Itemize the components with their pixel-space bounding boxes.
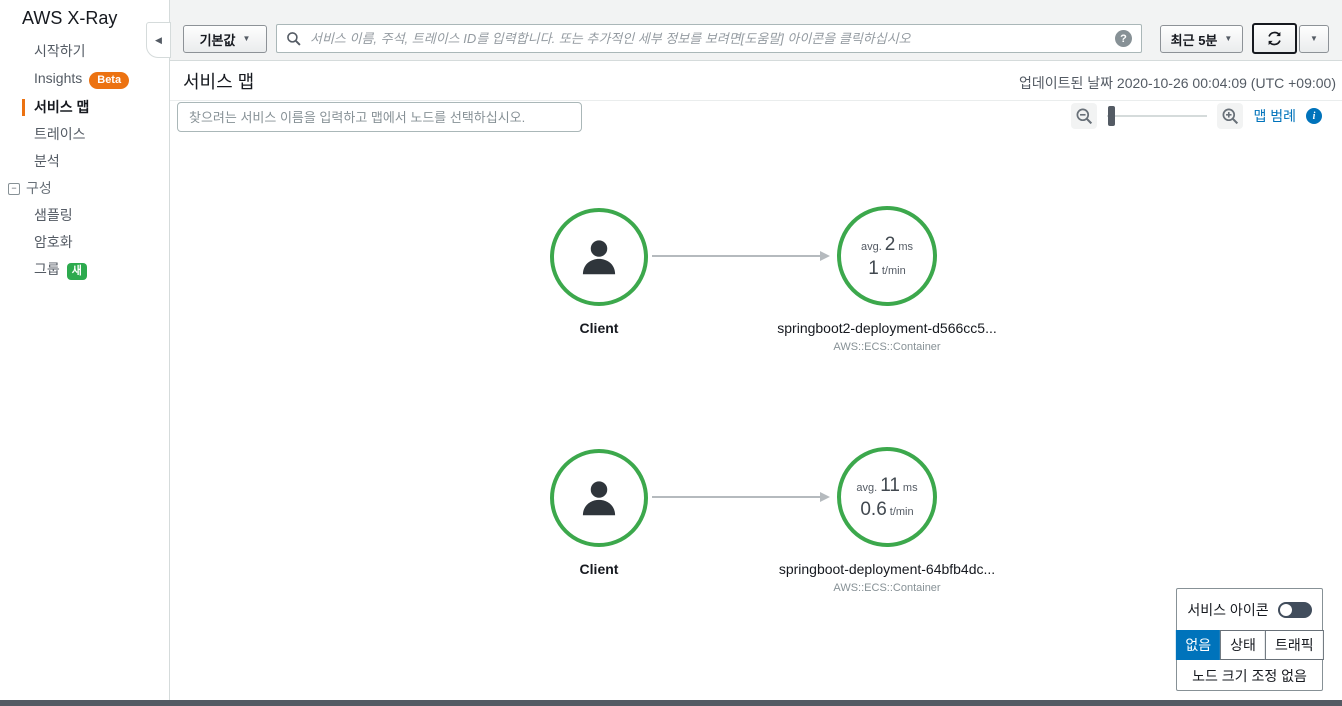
sidebar-section-configuration[interactable]: − 구성 — [0, 175, 169, 202]
service-node-type: AWS::ECS::Container — [833, 341, 941, 353]
rate-unit: t/min — [881, 264, 906, 277]
trace-search-input[interactable] — [310, 31, 1107, 46]
avg-value: 2 — [884, 233, 896, 255]
trace-search-box: ? — [276, 24, 1142, 53]
time-range-label: 최근 5분 — [1170, 32, 1218, 48]
client-node-1[interactable] — [550, 208, 648, 306]
tab-traffic[interactable]: 트래픽 — [1264, 630, 1324, 660]
sidebar-item-analytics[interactable]: 분석 — [0, 148, 169, 175]
sidebar-item-label: 그룹 — [34, 261, 60, 277]
beta-badge: Beta — [89, 72, 130, 89]
avg-prefix: avg. — [856, 481, 878, 494]
trace-rate: 0.6 t/min — [860, 500, 913, 519]
map-legend-link[interactable]: 맵 범례 — [1253, 106, 1296, 126]
caret-down-icon: ▼ — [1310, 34, 1318, 43]
refresh-icon — [1266, 30, 1283, 47]
sidebar-item-service-map[interactable]: 서비스 맵 — [0, 94, 169, 121]
info-icon[interactable]: i — [1306, 108, 1322, 124]
sidebar-item-encryption[interactable]: 암호화 — [0, 229, 169, 256]
map-zoom-controls: 맵 범례 i — [1071, 103, 1322, 129]
avg-latency: avg. 2 ms — [861, 235, 913, 254]
filter-group-label: 기본값 — [199, 32, 236, 48]
zoom-slider[interactable] — [1107, 103, 1208, 129]
avg-latency: avg. 11 ms — [856, 476, 917, 495]
sidebar-item-traces[interactable]: 트레이스 — [0, 121, 169, 148]
caret-down-icon: ▼ — [242, 34, 251, 43]
aws-xray-console: AWS X-Ray 시작하기 Insights Beta 서비스 맵 트레이스 분… — [0, 0, 1342, 706]
tab-health[interactable]: 상태 — [1220, 630, 1266, 660]
node-sizing-label: 노드 크기 조정 없음 — [1192, 668, 1307, 684]
service-icons-label: 서비스 아이콘 — [1187, 602, 1269, 618]
rate-value: 0.6 — [860, 498, 887, 520]
header-divider — [170, 100, 1342, 101]
sidebar-item-label: 샘플링 — [34, 207, 73, 223]
node-search-input[interactable] — [177, 102, 582, 132]
node-color-mode-tabs: 없음 상태 트래픽 — [1175, 630, 1324, 660]
arrowhead-icon — [820, 492, 830, 502]
refresh-options-dropdown[interactable]: ▼ — [1299, 25, 1329, 53]
sidebar-item-getting-started[interactable]: 시작하기 — [0, 38, 169, 65]
service-icons-row: 서비스 아이콘 — [1177, 600, 1322, 620]
sidebar-item-label: 시작하기 — [34, 43, 86, 59]
trace-rate: 1 t/min — [868, 259, 905, 278]
sidebar-item-label: Insights — [34, 70, 83, 86]
page-title: 서비스 맵 — [183, 72, 255, 92]
person-icon — [576, 234, 622, 280]
client-node-label: Client — [579, 320, 619, 336]
edge-arrow — [652, 492, 830, 502]
help-icon[interactable]: ? — [1115, 30, 1132, 47]
last-updated-timestamp: 업데이트된 날짜 2020-10-26 00:04:09 (UTC +09:00… — [1018, 75, 1336, 91]
sidebar: AWS X-Ray 시작하기 Insights Beta 서비스 맵 트레이스 분… — [0, 0, 170, 700]
avg-unit: ms — [898, 240, 914, 253]
client-node-2[interactable] — [550, 449, 648, 547]
client-node-label: Client — [579, 561, 619, 577]
sidebar-item-groups[interactable]: 그룹 새 — [0, 256, 169, 285]
avg-unit: ms — [902, 481, 918, 494]
tab-none[interactable]: 없음 — [1175, 630, 1222, 660]
new-badge: 새 — [66, 263, 87, 280]
sidebar-nav: 시작하기 Insights Beta 서비스 맵 트레이스 분석 − 구성 샘플링 — [0, 38, 169, 285]
sidebar-item-label: 암호화 — [34, 234, 73, 250]
zoom-in-button[interactable] — [1217, 103, 1244, 129]
sidebar-item-label: 분석 — [34, 153, 60, 169]
service-node-type: AWS::ECS::Container — [833, 582, 941, 594]
service-node-2[interactable]: avg. 11 ms 0.6 t/min — [837, 447, 937, 547]
sidebar-item-label: 트레이스 — [34, 126, 86, 142]
app-title: AWS X-Ray — [22, 8, 118, 28]
magnifier-minus-icon — [1075, 107, 1094, 126]
edge-arrow — [652, 251, 830, 261]
bottom-bar — [0, 700, 1342, 706]
zoom-slider-handle[interactable] — [1108, 106, 1116, 126]
rate-value: 1 — [868, 257, 879, 279]
sidebar-item-label: 서비스 맵 — [34, 99, 90, 115]
service-node-name: springboot2-deployment-d566cc5... — [777, 320, 997, 336]
search-icon — [286, 31, 302, 47]
rate-unit: t/min — [889, 505, 914, 518]
service-node-1[interactable]: avg. 2 ms 1 t/min — [837, 206, 937, 306]
avg-value: 11 — [880, 474, 900, 496]
zoom-slider-track[interactable] — [1107, 115, 1208, 117]
sidebar-section-label: 구성 — [26, 180, 52, 196]
avg-prefix: avg. — [860, 240, 882, 253]
zoom-out-button[interactable] — [1071, 103, 1098, 129]
person-icon — [576, 475, 622, 521]
service-icons-toggle[interactable] — [1277, 602, 1312, 618]
magnifier-plus-icon — [1221, 107, 1240, 126]
filter-group-dropdown[interactable]: 기본값 ▼ — [183, 25, 267, 53]
refresh-button[interactable] — [1252, 23, 1297, 54]
sidebar-collapse-button[interactable]: ◀ — [146, 22, 171, 58]
sidebar-item-insights[interactable]: Insights Beta — [0, 65, 169, 94]
service-node-name: springboot-deployment-64bfb4dc... — [778, 561, 996, 577]
time-range-dropdown[interactable]: 최근 5분 ▼ — [1160, 25, 1243, 53]
collapse-minus-icon: − — [8, 182, 20, 195]
arrowhead-icon — [820, 251, 830, 261]
toggle-knob — [1279, 604, 1292, 616]
collapse-left-icon: ◀ — [155, 34, 162, 45]
sidebar-item-sampling[interactable]: 샘플링 — [0, 202, 169, 229]
map-display-options-panel: 서비스 아이콘 없음 상태 트래픽 노드 크기 조정 없음 — [1175, 588, 1324, 691]
caret-down-icon: ▼ — [1224, 34, 1233, 43]
